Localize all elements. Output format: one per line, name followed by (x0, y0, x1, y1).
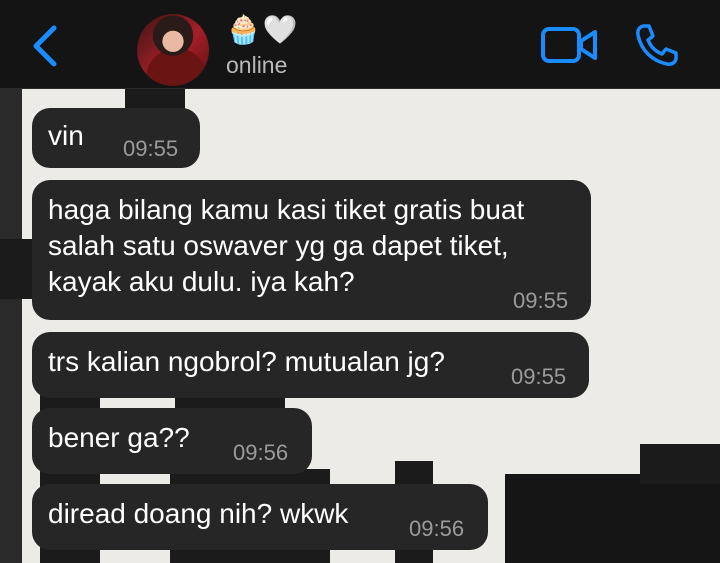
voice-call-button[interactable] (634, 22, 682, 68)
white-heart-emoji: 🤍 (262, 13, 298, 46)
message-time: 09:55 (513, 288, 569, 313)
message-text: trs kalian ngobrol? mutualan jg? (48, 346, 445, 377)
message-time: 09:55 (511, 364, 567, 389)
back-button[interactable] (26, 22, 66, 70)
phone-icon (636, 24, 678, 66)
video-call-button[interactable] (540, 24, 598, 66)
chat-header: 🧁 🤍 online (0, 0, 720, 89)
contact-status: online (226, 52, 288, 78)
message-text: bener ga?? (48, 422, 190, 453)
chevron-left-icon (33, 25, 57, 67)
message-bubble[interactable]: bener ga?? 09:56 (32, 408, 312, 474)
message-bubble[interactable]: vin 09:55 (32, 108, 200, 168)
message-time: 09:56 (233, 440, 289, 465)
message-text: vin (48, 120, 84, 151)
message-bubble[interactable]: haga bilang kamu kasi tiket gratis buat … (32, 180, 591, 320)
message-bubble[interactable]: trs kalian ngobrol? mutualan jg? 09:55 (32, 332, 589, 398)
message-text: haga bilang kamu kasi tiket gratis buat … (48, 194, 525, 297)
cupcake-emoji: 🧁 (226, 13, 261, 46)
message-time: 09:56 (409, 516, 465, 541)
message-bubble[interactable]: diread doang nih? wkwk 09:56 (32, 484, 488, 550)
message-text: diread doang nih? wkwk (48, 498, 349, 529)
message-time: 09:55 (123, 136, 179, 161)
video-camera-icon (541, 27, 597, 63)
contact-name[interactable]: 🧁 🤍 (226, 10, 298, 50)
contact-avatar[interactable] (137, 14, 209, 86)
